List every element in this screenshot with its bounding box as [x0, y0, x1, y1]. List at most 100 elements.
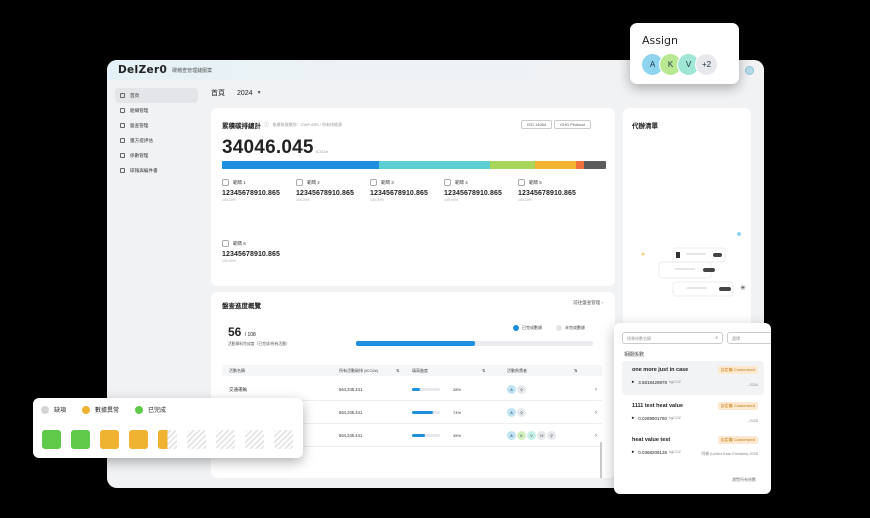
search-icon: ⌕	[715, 335, 718, 341]
chevron-right-icon[interactable]: ›	[595, 387, 597, 393]
total-unit: tCO2e	[315, 149, 329, 154]
assign-title: Assign	[642, 34, 678, 47]
status-box-empty[interactable]	[274, 430, 293, 449]
avatar: K	[517, 431, 526, 440]
scope-card[interactable]: 範疇 5 12345678910.865 100.00%	[518, 179, 593, 202]
scrollbar[interactable]	[600, 442, 602, 478]
status-box-empty[interactable]	[187, 430, 206, 449]
row-progress-bar	[412, 434, 440, 437]
status-popup: 缺項 數據異常 已完成	[33, 398, 303, 458]
scope-value: 12345678910.865	[518, 190, 576, 197]
emissions-header: 累積碳排總計 ⓘ 依據排放類別：GWP AR5 / 所有排放源	[222, 120, 342, 130]
scope-value: 12345678910.865	[222, 251, 280, 258]
factor-year: - 2024	[747, 383, 758, 387]
sidebar-item-inventory[interactable]: 盤查管理	[115, 118, 198, 133]
caret-icon: ▸	[632, 379, 635, 384]
scope-card[interactable]: 範疇 4 12345678910.865 100.00%	[444, 179, 519, 202]
sort-icon[interactable]: ⇅	[482, 368, 485, 373]
search-placeholder: 搜尋係數名稱	[627, 336, 651, 341]
report-icon	[120, 168, 125, 173]
legend-done: 已完成	[135, 405, 166, 414]
status-box-empty[interactable]	[216, 430, 235, 449]
go-inventory-link[interactable]: 前往盤查管理 ›	[573, 300, 603, 306]
avatar: A	[507, 431, 516, 440]
progress-bar	[356, 341, 593, 346]
breadcrumb-home[interactable]: 首頁	[211, 88, 225, 98]
status-box-warn[interactable]	[100, 430, 119, 449]
legend-dot	[513, 325, 519, 331]
emissions-segment	[576, 161, 584, 169]
status-box-half[interactable]	[158, 430, 177, 449]
row-owners[interactable]: A ⚲	[507, 385, 527, 394]
iso-tag: ISO 14064	[521, 120, 553, 129]
progress-fill	[356, 341, 475, 346]
row-value: 564,345.441	[339, 433, 363, 438]
status-box-done[interactable]	[42, 430, 61, 449]
chevron-right-icon: ›	[601, 300, 604, 305]
chevron-down-icon[interactable]: ▼	[257, 90, 262, 96]
app-logo[interactable]: DeIZer0	[118, 64, 167, 76]
sidebar-item-org[interactable]: 組織管理	[115, 103, 198, 118]
sidebar-item-assess[interactable]: 獲方提評估	[115, 133, 198, 148]
factor-item[interactable]: heat value test 自定義 Customized ▸ 0.036820…	[622, 431, 764, 465]
row-pct: 45%	[453, 433, 462, 438]
todo-title: 代辦清單	[632, 123, 658, 130]
status-box-done[interactable]	[71, 430, 90, 449]
sidebar-item-factor[interactable]: 係數管理	[115, 148, 198, 163]
truck-icon	[370, 179, 377, 186]
sidebar-item-label: 首頁	[130, 92, 140, 98]
scope-value: 12345678910.865	[370, 190, 428, 197]
row-owners[interactable]: A ⚲	[507, 408, 527, 417]
factor-year: - 2025	[747, 419, 758, 423]
scope-card[interactable]: 範疇 1 12345678910.865 100.00%	[222, 179, 297, 202]
row-owners[interactable]: A K V +2 ⚲	[507, 431, 557, 440]
sidebar-item-report[interactable]: 碳報與編件書	[115, 163, 198, 178]
inventory-icon	[120, 123, 125, 128]
assign-avatars[interactable]: A K V +2	[641, 53, 718, 76]
scope-share: 100.00%	[222, 259, 236, 263]
col-activity[interactable]: 活動名稱	[229, 368, 245, 374]
customized-badge: 自定義 Customized	[717, 436, 758, 444]
col-progress[interactable]: 填寫進度	[412, 368, 428, 374]
more-icon: ⚲	[517, 385, 526, 394]
sort-icon[interactable]: ⇅	[396, 368, 399, 373]
year-select[interactable]: 2024	[237, 90, 253, 97]
box-icon	[518, 179, 525, 186]
factor-item[interactable]: 1111 test heat value 自定義 Customized ▸ 0.0…	[622, 397, 764, 431]
sidebar-item-label: 係數管理	[130, 152, 149, 158]
help-icon[interactable]: ⓘ	[264, 122, 269, 128]
factory-icon	[222, 179, 229, 186]
user-avatar[interactable]	[745, 66, 754, 75]
factor-search-input[interactable]: 搜尋係數名稱 ⌕	[622, 332, 723, 344]
scope-card[interactable]: 範疇 2 12345678910.865 100.00%	[296, 179, 371, 202]
legend-done: 已完成數據	[513, 325, 542, 331]
factor-unit: kgCO2	[669, 416, 681, 420]
status-box-empty[interactable]	[245, 430, 264, 449]
factor-select[interactable]: 選擇	[727, 332, 771, 344]
total-emissions: 34046.045 tCO2e	[222, 137, 328, 159]
status-box-warn[interactable]	[129, 430, 148, 449]
legend-label: 數據異常	[95, 408, 120, 414]
chevron-right-icon[interactable]: ›	[595, 433, 597, 439]
emissions-segment	[583, 161, 606, 169]
scope-card[interactable]: 範疇 3 12345678910.865 100.00%	[370, 179, 445, 202]
svg-text:✳: ✳	[740, 284, 746, 292]
chevron-right-icon[interactable]: ›	[595, 410, 597, 416]
scope-value: 12345678910.865	[222, 190, 280, 197]
factor-item[interactable]: one more just in case 自定義 Customized ▸ 3.…	[622, 361, 764, 395]
sidebar-item-home[interactable]: 首頁	[115, 88, 198, 103]
sort-icon[interactable]: ⇅	[574, 368, 577, 373]
customized-badge: 自定義 Customized	[717, 366, 758, 374]
col-owner[interactable]: 活動負責者	[507, 368, 527, 374]
emissions-title: 累積碳排總計	[222, 123, 261, 130]
col-emissions[interactable]: 所有活動碳排 (tCO2e)	[339, 368, 378, 374]
legend-anomaly: 數據異常	[82, 405, 119, 414]
legend-dot	[135, 405, 144, 414]
home-icon	[120, 93, 125, 98]
factor-value: 0.0289901760	[638, 415, 668, 421]
row-value: 564,345.441	[339, 410, 363, 415]
avatar-more[interactable]: +2	[695, 53, 718, 76]
scope-card[interactable]: 範疇 6 12345678910.865 100.00%	[222, 240, 297, 263]
view-all-factors-link[interactable]: 瀏覽所有係數	[732, 477, 756, 483]
scope-label: 範疇 4	[455, 179, 468, 185]
